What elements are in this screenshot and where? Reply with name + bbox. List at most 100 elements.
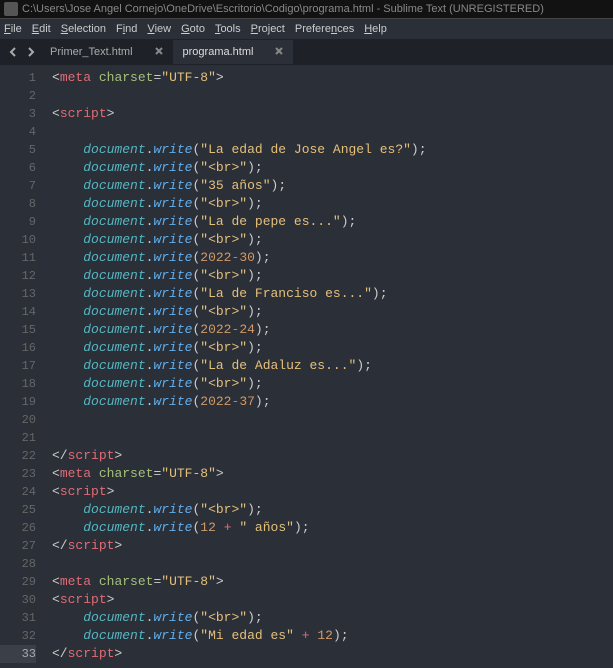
code-line[interactable]: <meta charset="UTF-8"> — [52, 465, 613, 483]
close-icon[interactable] — [155, 46, 163, 58]
code-line[interactable]: document.write("35 años"); — [52, 177, 613, 195]
token: document — [83, 502, 145, 517]
menu-file[interactable]: File — [4, 23, 22, 35]
token: document — [83, 322, 145, 337]
line-number: 18 — [0, 375, 36, 393]
code-line[interactable]: <meta charset="UTF-8"> — [52, 573, 613, 591]
code-content[interactable]: <meta charset="UTF-8"><script> document.… — [42, 65, 613, 668]
line-number: 13 — [0, 285, 36, 303]
line-number: 24 — [0, 483, 36, 501]
code-line[interactable]: document.write("<br>"); — [52, 339, 613, 357]
code-line[interactable]: </script> — [52, 447, 613, 465]
code-line[interactable] — [52, 429, 613, 447]
nav-back-icon[interactable] — [6, 45, 20, 59]
token: "UTF-8" — [161, 466, 216, 481]
token: ) — [255, 394, 263, 409]
code-line[interactable]: <meta charset="UTF-8"> — [52, 69, 613, 87]
token: document — [83, 232, 145, 247]
code-line[interactable]: document.write("<br>"); — [52, 195, 613, 213]
token — [91, 70, 99, 85]
token: "La de pepe es..." — [200, 214, 340, 229]
token: script — [60, 106, 107, 121]
code-line[interactable]: <script> — [52, 591, 613, 609]
token: "<br>" — [200, 304, 247, 319]
menu-edit[interactable]: Edit — [32, 23, 51, 35]
code-line[interactable]: document.write("La de Franciso es..."); — [52, 285, 613, 303]
line-number: 14 — [0, 303, 36, 321]
code-line[interactable] — [52, 411, 613, 429]
menu-project[interactable]: Project — [251, 23, 285, 35]
nav-forward-icon[interactable] — [24, 45, 38, 59]
token: </ — [52, 538, 68, 553]
line-number: 10 — [0, 231, 36, 249]
token: document — [83, 340, 145, 355]
code-line[interactable] — [52, 123, 613, 141]
token: script — [68, 538, 115, 553]
menu-view[interactable]: View — [147, 23, 171, 35]
token: + — [302, 628, 310, 643]
code-line[interactable]: document.write("La edad de Jose Angel es… — [52, 141, 613, 159]
code-line[interactable]: </script> — [52, 537, 613, 555]
code-line[interactable]: document.write("Mi edad es" + 12); — [52, 627, 613, 645]
token: document — [83, 268, 145, 283]
token: </ — [52, 448, 68, 463]
code-line[interactable]: document.write(2022-30); — [52, 249, 613, 267]
token: document — [83, 286, 145, 301]
menu-selection[interactable]: Selection — [61, 23, 106, 35]
token: > — [107, 106, 115, 121]
code-line[interactable]: document.write("<br>"); — [52, 501, 613, 519]
token: write — [153, 520, 192, 535]
token: write — [153, 160, 192, 175]
token: 12 — [200, 520, 216, 535]
code-line[interactable]: document.write("<br>"); — [52, 303, 613, 321]
token: "<br>" — [200, 160, 247, 175]
code-line[interactable]: <script> — [52, 483, 613, 501]
close-icon[interactable] — [275, 46, 283, 58]
code-line[interactable]: document.write("La de pepe es..."); — [52, 213, 613, 231]
code-line[interactable]: document.write(12 + " años"); — [52, 519, 613, 537]
token: write — [153, 268, 192, 283]
menu-find[interactable]: Find — [116, 23, 137, 35]
line-number: 33 — [0, 645, 36, 663]
code-line[interactable]: document.write(2022-24); — [52, 321, 613, 339]
line-number: 15 — [0, 321, 36, 339]
token: script — [68, 448, 115, 463]
token: 30 — [239, 250, 255, 265]
token: write — [153, 628, 192, 643]
token: + — [224, 520, 232, 535]
code-line[interactable]: <script> — [52, 105, 613, 123]
code-line[interactable]: document.write(2022-37); — [52, 393, 613, 411]
token: < — [52, 466, 60, 481]
code-line[interactable]: document.write("La de Adaluz es..."); — [52, 357, 613, 375]
editor-area[interactable]: 1234567891011121314151617181920212223242… — [0, 65, 613, 668]
token: write — [153, 232, 192, 247]
code-line[interactable]: document.write("<br>"); — [52, 267, 613, 285]
token: charset — [99, 466, 154, 481]
token: write — [153, 394, 192, 409]
tab-Primer_Text.html[interactable]: Primer_Text.html — [40, 40, 173, 64]
menu-preferences[interactable]: Preferences — [295, 23, 354, 35]
code-line[interactable]: </script> — [52, 645, 613, 663]
code-line[interactable]: document.write("<br>"); — [52, 375, 613, 393]
line-number: 11 — [0, 249, 36, 267]
window-title: C:\Users\Jose Angel Cornejo\OneDrive\Esc… — [22, 3, 544, 15]
token: ; — [255, 232, 263, 247]
code-line[interactable]: document.write("<br>"); — [52, 159, 613, 177]
token: script — [68, 646, 115, 661]
code-line[interactable] — [52, 555, 613, 573]
line-number: 3 — [0, 105, 36, 123]
line-number: 8 — [0, 195, 36, 213]
token: > — [107, 592, 115, 607]
token: ; — [380, 286, 388, 301]
token: ) — [247, 232, 255, 247]
tab-programa.html[interactable]: programa.html — [173, 40, 294, 64]
menu-help[interactable]: Help — [364, 23, 387, 35]
code-line[interactable]: document.write("<br>"); — [52, 609, 613, 627]
token: ) — [247, 610, 255, 625]
token: document — [83, 376, 145, 391]
code-line[interactable] — [52, 87, 613, 105]
menu-tools[interactable]: Tools — [215, 23, 241, 35]
code-line[interactable]: document.write("<br>"); — [52, 231, 613, 249]
token: "La de Adaluz es..." — [200, 358, 356, 373]
menu-goto[interactable]: Goto — [181, 23, 205, 35]
